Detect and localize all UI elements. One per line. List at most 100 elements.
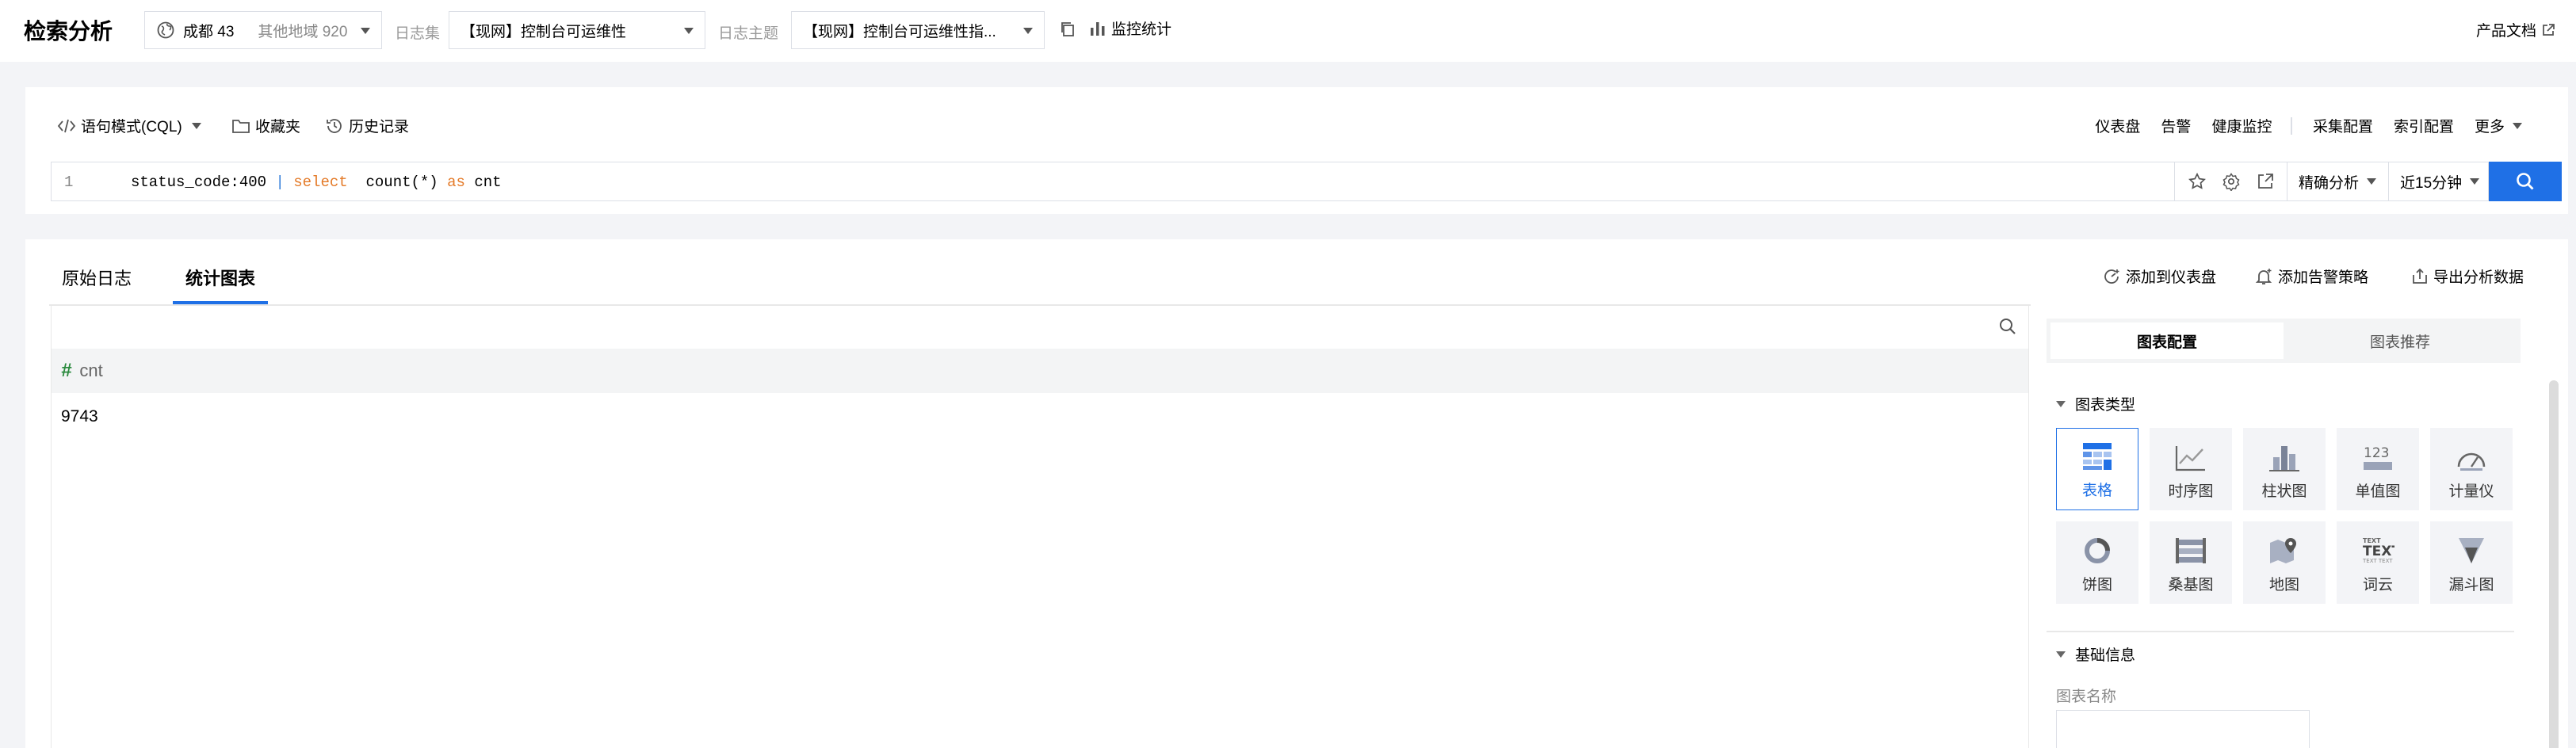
- topic-value: 【现网】控制台可运维性指...: [803, 23, 996, 40]
- table-header[interactable]: # cnt: [52, 349, 2028, 393]
- topic-label: 日志主题: [718, 25, 779, 42]
- tab-stat-chart[interactable]: 统计图表: [185, 265, 255, 290]
- docs-link[interactable]: 产品文档: [2476, 19, 2555, 40]
- export-icon: [2411, 268, 2429, 285]
- favorites-button[interactable]: 收藏夹: [231, 115, 300, 136]
- chart-type-pie-label: 饼图: [2081, 577, 2112, 593]
- tab-chart-recommend[interactable]: 图表推荐: [2284, 322, 2517, 359]
- chart-type-sankey-label: 桑基图: [2168, 577, 2214, 593]
- region-other: 其他地域 920: [258, 23, 348, 40]
- basic-info-section-toggle[interactable]: 基础信息: [2056, 643, 2135, 665]
- export-data-button[interactable]: 导出分析数据: [2411, 265, 2524, 287]
- table-cell: 9743: [61, 407, 98, 426]
- chart-config-panel: 图表配置 图表推荐 图表类型 表格 时序图 柱状图 123 单值图 计量仪 饼图…: [2031, 304, 2568, 748]
- chart-type-funnel-label: 漏斗图: [2448, 577, 2494, 593]
- link-more[interactable]: 更多: [2475, 115, 2505, 136]
- monitor-link[interactable]: 监控统计: [1089, 17, 1171, 39]
- chart-type-section-toggle[interactable]: 图表类型: [2056, 393, 2135, 414]
- time-range-select[interactable]: 近15分钟: [2389, 162, 2489, 201]
- bar-chart-icon: [2268, 445, 2300, 479]
- svg-text:TEXT: TEXT: [2363, 544, 2394, 559]
- folder-icon: [231, 118, 250, 134]
- chevron-down-icon: [684, 28, 694, 34]
- history-label: 历史记录: [349, 119, 410, 135]
- chart-name-input[interactable]: [2056, 710, 2310, 748]
- code-icon: [57, 118, 76, 134]
- word-cloud-icon: TEXTTEXTTEXT TEXT: [2361, 536, 2394, 573]
- external-link-icon: [2541, 23, 2555, 37]
- chart-type-funnel[interactable]: 漏斗图: [2430, 521, 2513, 604]
- chart-type-gauge[interactable]: 计量仪: [2430, 428, 2513, 510]
- add-alarm-policy-button[interactable]: 添加告警策略: [2254, 265, 2368, 287]
- chart-type-map-label: 地图: [2268, 577, 2299, 593]
- collapse-icon: [2056, 400, 2066, 407]
- chevron-down-icon: [2513, 122, 2522, 129]
- add-alarm-policy-label: 添加告警策略: [2278, 269, 2369, 286]
- query-panel: 语句模式(CQL) 收藏夹 历史记录 仪表盘 告警 健康监控 采集配置 索引配置…: [25, 87, 2568, 214]
- share-icon[interactable]: [2257, 173, 2274, 190]
- result-table: # cnt 9743: [51, 304, 2029, 748]
- chart-type-table[interactable]: 表格: [2056, 428, 2138, 510]
- query-mode-select[interactable]: 语句模式(CQL): [57, 115, 201, 136]
- code-as: as: [447, 174, 465, 191]
- docs-label: 产品文档: [2476, 23, 2537, 40]
- line-chart-icon: [2175, 445, 2207, 479]
- link-collect-config[interactable]: 采集配置: [2313, 115, 2373, 136]
- chart-type-wordcloud[interactable]: TEXTTEXTTEXT TEXT 词云: [2337, 521, 2419, 604]
- scrollbar-thumb[interactable]: [2549, 380, 2559, 748]
- topic-select[interactable]: 【现网】控制台可运维性指...: [791, 11, 1045, 49]
- svg-text:TEXT TEXT: TEXT TEXT: [2362, 558, 2393, 564]
- chart-type-table-label: 表格: [2081, 483, 2112, 499]
- chart-type-bar-label: 柱状图: [2261, 483, 2307, 500]
- chart-type-sankey[interactable]: 桑基图: [2150, 521, 2232, 604]
- analysis-mode-select[interactable]: 精确分析: [2287, 162, 2389, 201]
- query-links: 仪表盘 告警 健康监控 采集配置 索引配置 更多: [2095, 115, 2522, 136]
- add-to-dashboard-button[interactable]: 添加到仪表盘: [2102, 265, 2216, 287]
- chart-type-map[interactable]: 地图: [2243, 521, 2326, 604]
- table-search-icon[interactable]: [1998, 317, 2017, 336]
- chart-type-timeseries[interactable]: 时序图: [2150, 428, 2232, 510]
- region-select[interactable]: 成都 43 其他地域 920: [144, 11, 382, 49]
- link-dashboard[interactable]: 仪表盘: [2095, 115, 2140, 136]
- chart-type-timeseries-label: 时序图: [2168, 483, 2214, 500]
- code-pipe: |: [275, 174, 285, 191]
- bar-chart-icon: [1089, 20, 1106, 37]
- favorites-label: 收藏夹: [255, 119, 301, 135]
- link-index-config[interactable]: 索引配置: [2394, 115, 2454, 136]
- gauge-icon: [2456, 445, 2487, 479]
- star-icon[interactable]: [2188, 172, 2207, 191]
- tab-chart-config[interactable]: 图表配置: [2050, 322, 2284, 359]
- link-health[interactable]: 健康监控: [2211, 115, 2272, 136]
- copy-icon[interactable]: [1059, 21, 1076, 38]
- history-button[interactable]: 历史记录: [325, 115, 409, 136]
- add-to-dashboard-label: 添加到仪表盘: [2126, 269, 2217, 286]
- logset-select[interactable]: 【现网】控制台可运维性: [449, 11, 705, 49]
- number-type-icon: #: [61, 360, 72, 381]
- chart-type-bar[interactable]: 柱状图: [2243, 428, 2326, 510]
- search-icon: [2515, 171, 2536, 192]
- query-code: status_code:400 | select count(*) as cnt: [131, 174, 502, 191]
- chevron-down-icon: [191, 122, 201, 129]
- collapse-icon: [2056, 651, 2066, 658]
- search-button[interactable]: [2489, 162, 2562, 201]
- gear-icon[interactable]: [2222, 172, 2241, 191]
- editor-tools: [2175, 162, 2287, 201]
- page-title: 检索分析: [24, 19, 113, 44]
- svg-text:123: 123: [2364, 445, 2389, 461]
- chart-type-single-value[interactable]: 123 单值图: [2337, 428, 2419, 510]
- panel-scrollbar[interactable]: [2549, 380, 2559, 748]
- link-alarm[interactable]: 告警: [2161, 115, 2191, 136]
- tab-raw-logs[interactable]: 原始日志: [62, 265, 132, 290]
- column-header-cnt: cnt: [79, 361, 103, 380]
- chart-type-title: 图表类型: [2075, 397, 2136, 414]
- chart-type-pie[interactable]: 饼图: [2056, 521, 2138, 604]
- code-alias: cnt: [474, 174, 502, 191]
- globe-icon: [156, 21, 175, 40]
- section-divider: [2047, 631, 2514, 632]
- result-panel: 原始日志 统计图表 添加到仪表盘 添加告警策略 导出分析数据 # cnt 974…: [25, 239, 2568, 748]
- query-editor[interactable]: 1 status_code:400 | select count(*) as c…: [51, 162, 2175, 201]
- code-filter: status_code:400: [131, 174, 267, 191]
- chevron-down-icon: [361, 28, 370, 34]
- chart-type-gauge-label: 计量仪: [2448, 483, 2494, 500]
- time-range-value: 近15分钟: [2400, 174, 2463, 192]
